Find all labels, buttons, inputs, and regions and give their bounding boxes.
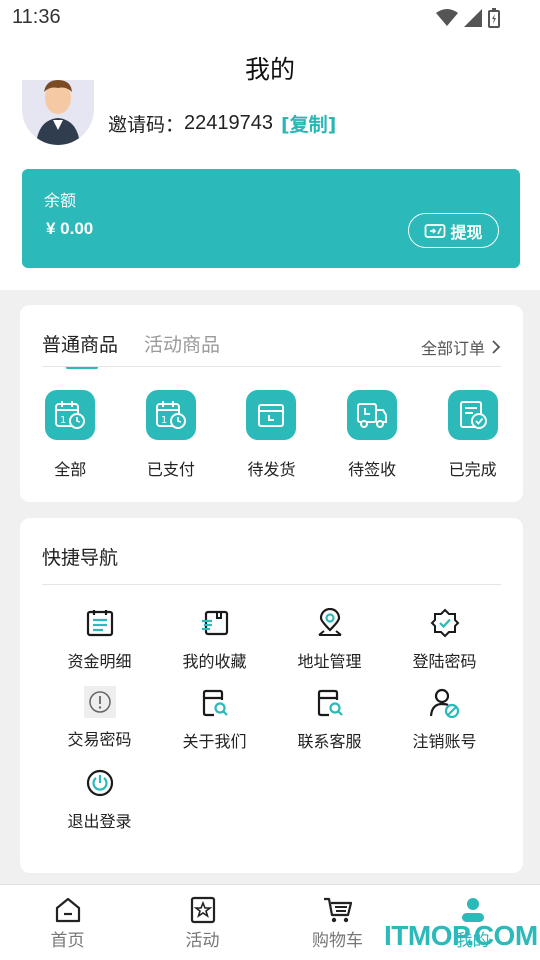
orders-card: 普通商品 活动商品 全部订单 1 全部 1 已支付 待发货 待签收 已完成 <box>20 305 523 502</box>
order-status-label: 全部 <box>54 460 87 479</box>
user-block-icon <box>428 686 462 720</box>
calendar-clock-icon: 1 <box>45 390 96 440</box>
nav-label: 注销账号 <box>412 732 477 751</box>
order-status-label: 待签收 <box>348 460 397 479</box>
favorites-box-icon <box>198 606 232 640</box>
calendar-paid-icon: 1 <box>145 390 196 440</box>
nav-label: 地址管理 <box>297 652 362 671</box>
box-icon <box>246 390 297 440</box>
truck-icon <box>347 390 398 440</box>
nav-my-favorites[interactable]: 我的收藏 <box>157 606 272 672</box>
invite-label: 邀请码： <box>108 114 185 136</box>
nav-label: 退出登录 <box>67 812 132 831</box>
divider <box>42 366 501 367</box>
nav-login-password[interactable]: 登陆密码 <box>387 606 502 672</box>
bottom-nav-activity[interactable]: 活动 <box>135 885 270 960</box>
order-status-row: 1 全部 1 已支付 待发货 待签收 已完成 <box>20 390 523 480</box>
home-icon <box>53 895 83 925</box>
nav-label: 联系客服 <box>297 732 362 751</box>
nav-label: 登陆密码 <box>412 652 477 671</box>
bottom-nav-label: 首页 <box>50 931 85 951</box>
order-status-paid[interactable]: 1 已支付 <box>121 390 222 480</box>
calendar-list-icon <box>83 606 117 640</box>
alert-circle-icon <box>83 686 116 718</box>
bottom-nav-label: 活动 <box>185 931 220 951</box>
nav-trade-password[interactable]: 交易密码 <box>42 686 157 752</box>
withdraw-label: 提现 <box>450 222 483 242</box>
order-status-label: 待发货 <box>247 460 296 479</box>
search-doc-icon <box>198 686 232 720</box>
status-time: 11:36 <box>12 6 61 28</box>
watermark: ITMOP.COM <box>384 920 538 951</box>
nav-address-management[interactable]: 地址管理 <box>272 606 387 672</box>
nav-label: 我的收藏 <box>182 652 247 671</box>
invite-code: 22419743 <box>184 112 273 134</box>
location-pin-icon <box>313 606 347 640</box>
svg-text:1: 1 <box>60 415 66 426</box>
withdraw-icon <box>425 223 446 238</box>
header-section: 11:36 我的 邀请码： 22419743 [复制] 余额 ¥ 0.00 提现 <box>0 0 540 290</box>
nav-fund-details[interactable]: 资金明细 <box>42 606 157 672</box>
cart-icon <box>323 895 353 925</box>
star-badge-icon <box>188 895 218 925</box>
service-doc-icon <box>313 686 347 720</box>
nav-about-us[interactable]: 关于我们 <box>157 686 272 752</box>
nav-label: 交易密码 <box>67 730 132 749</box>
nav-logout[interactable]: 退出登录 <box>42 766 157 832</box>
divider <box>42 584 501 585</box>
document-check-icon <box>447 390 498 440</box>
balance-label: 余额 <box>44 191 77 210</box>
nav-cancel-account[interactable]: 注销账号 <box>387 686 502 752</box>
all-orders-label: 全部订单 <box>420 339 485 358</box>
order-status-completed[interactable]: 已完成 <box>422 390 523 480</box>
status-icons <box>436 8 500 28</box>
battery-icon <box>488 8 500 28</box>
shield-check-icon <box>428 606 462 640</box>
bottom-nav-home[interactable]: 首页 <box>0 885 135 960</box>
quick-nav-card: 快捷导航 资金明细 我的收藏 地址管理 登陆密码 交易密码 关于我们 联系客服 … <box>20 518 523 873</box>
copy-button[interactable]: [复制] <box>281 110 336 137</box>
svg-text:1: 1 <box>161 415 167 426</box>
status-bar: 11:36 <box>0 0 540 36</box>
tab-normal-goods[interactable]: 普通商品 <box>42 330 118 369</box>
signal-icon <box>464 9 482 27</box>
tab-activity-goods[interactable]: 活动商品 <box>144 330 220 357</box>
order-status-label: 已完成 <box>448 460 497 479</box>
order-tabs: 普通商品 活动商品 <box>42 330 220 369</box>
nav-label: 资金明细 <box>67 652 132 671</box>
withdraw-button[interactable]: 提现 <box>408 213 499 248</box>
wifi-icon <box>436 9 458 26</box>
quick-nav-title: 快捷导航 <box>42 547 119 569</box>
all-orders-link[interactable]: 全部订单 <box>421 335 501 359</box>
nav-customer-service[interactable]: 联系客服 <box>272 686 387 752</box>
order-status-to-ship[interactable]: 待发货 <box>221 390 322 480</box>
quick-nav-grid: 资金明细 我的收藏 地址管理 登陆密码 交易密码 关于我们 联系客服 注销账号 … <box>42 606 502 832</box>
invite-row: 邀请码： 22419743 [复制] <box>108 110 336 137</box>
balance-card: 余额 ¥ 0.00 提现 <box>22 169 520 268</box>
order-status-label: 已支付 <box>146 460 195 479</box>
avatar[interactable] <box>22 80 94 145</box>
chevron-right-icon <box>492 340 501 354</box>
nav-label: 关于我们 <box>182 732 247 751</box>
power-icon <box>83 766 117 800</box>
balance-amount: ¥ 0.00 <box>46 219 94 238</box>
order-status-all[interactable]: 1 全部 <box>20 390 121 480</box>
order-status-to-receive[interactable]: 待签收 <box>322 390 423 480</box>
